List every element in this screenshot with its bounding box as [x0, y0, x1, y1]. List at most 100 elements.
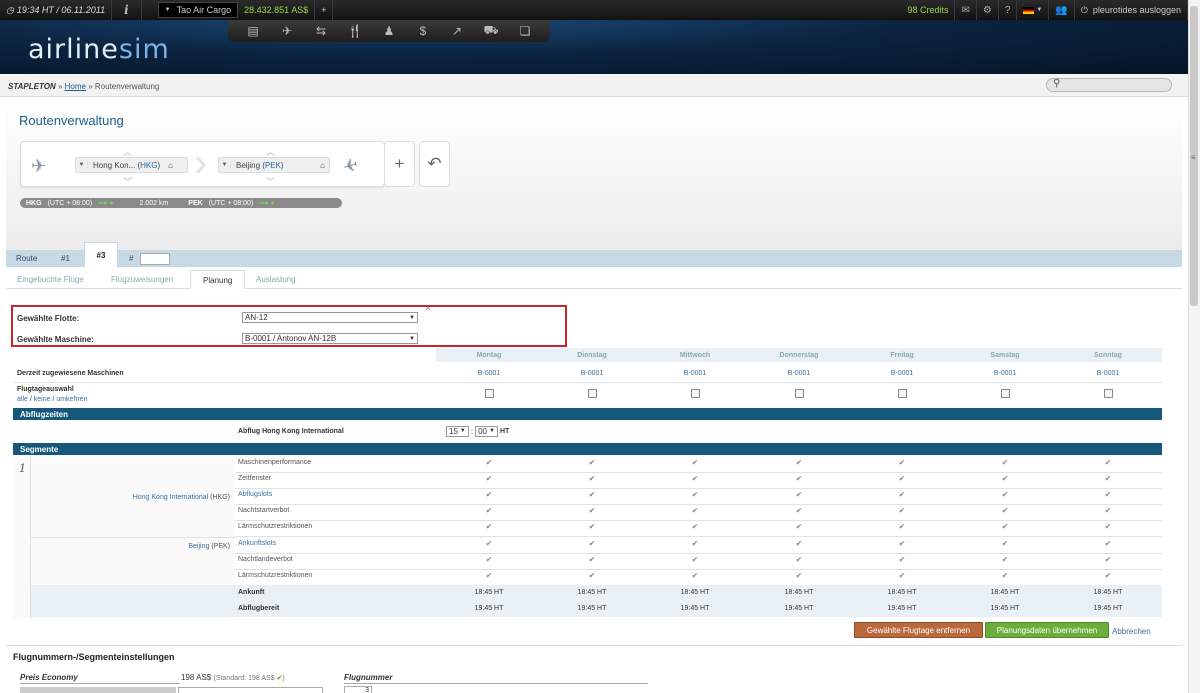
select-all-link[interactable]: alle	[17, 396, 28, 403]
mail-icon[interactable]: ✉	[955, 0, 977, 20]
hour-select[interactable]: 15 ▼	[446, 425, 469, 437]
flight-number-input[interactable]: 3	[344, 686, 372, 693]
check-icon: ✔	[485, 506, 493, 515]
cargo-icon[interactable]: ⛟	[474, 20, 508, 42]
apply-planning-button[interactable]: Planungsdaten übernehmen	[985, 622, 1109, 638]
segments-header: Segmente	[13, 443, 1162, 455]
cancel-link[interactable]: Abbrechen	[1112, 627, 1151, 636]
settings-gear-icon[interactable]: ⚙	[977, 0, 999, 20]
airline-selector[interactable]: ▼ Tao Air Cargo	[157, 2, 239, 18]
subtab-booked-flights[interactable]: Eingebuchte Flüge	[17, 275, 84, 284]
arrival-time: 18:45 HT	[887, 589, 917, 596]
chevron-down-icon: ▼	[76, 162, 88, 168]
search-input[interactable]: ⚲	[1046, 78, 1172, 92]
collapse-caret-icon[interactable]: ^	[426, 305, 430, 315]
assigned-machine-link[interactable]: B-0001	[449, 370, 529, 377]
tab-flight-3[interactable]: #3	[84, 242, 118, 268]
credits[interactable]: 98 Credits	[901, 0, 956, 20]
fleet-icon[interactable]: ▤	[236, 20, 270, 42]
flight-number-settings-title: Flugnummern-/Segmenteinstellungen	[13, 652, 175, 662]
segment-destination-airport[interactable]: Beijing (PEK)	[40, 543, 230, 550]
remove-selected-days-button[interactable]: Gewählte Flugtage entfernen	[854, 622, 983, 638]
fleet-select[interactable]: AN-12 ▼	[242, 312, 418, 323]
segment-origin-airport[interactable]: Hong Kong International (HKG)	[40, 494, 230, 501]
route-icon[interactable]: ⇆	[304, 20, 338, 42]
invert-selection-link[interactable]: umkehren	[56, 396, 87, 403]
assigned-machine-link[interactable]: B-0001	[965, 370, 1045, 377]
day-checkbox-1[interactable]	[485, 389, 494, 398]
airlinesim-logo[interactable]: airlinesim	[28, 34, 170, 65]
breadcrumb-home-link[interactable]: Home	[65, 82, 86, 91]
check-icon: ✔	[795, 474, 803, 483]
criterion-label: Nachtstartverbot	[238, 507, 290, 514]
check-icon: ✔	[898, 458, 906, 467]
undo-button[interactable]: ↶	[419, 141, 450, 187]
day-checkbox-5[interactable]	[898, 389, 907, 398]
minute-select[interactable]: 00 ▼	[475, 425, 498, 437]
check-icon: ✔	[898, 555, 906, 564]
home-icon: ⌂	[320, 160, 325, 170]
status-lights-icon: ▪▪● ●	[98, 199, 114, 207]
language-flag-icon[interactable]: ▼	[1017, 0, 1050, 20]
origin-next-chevron-icon[interactable]: ﹀	[123, 175, 132, 188]
arrow-separator-icon: ›	[194, 141, 208, 185]
new-tab-input[interactable]	[140, 253, 170, 265]
select-none-link[interactable]: keine	[34, 396, 51, 403]
check-icon: ✔	[485, 458, 493, 467]
destination-airport-select[interactable]: ▼ Beijing (PEK) ⌂	[218, 157, 330, 173]
logout-button[interactable]: ⏻ pleurotides ausloggen	[1075, 0, 1188, 20]
day-header-3: Mittwoch	[679, 352, 711, 359]
assigned-machine-link[interactable]: B-0001	[552, 370, 632, 377]
finance-icon[interactable]: $	[406, 20, 440, 42]
day-header-6: Samstag	[990, 352, 1020, 359]
plane-icon[interactable]: ✈	[270, 20, 304, 42]
price-economy-value: 198 AS$ (Standard: 198 AS$ ✔)	[181, 673, 285, 682]
chevron-down-icon: ▼	[164, 7, 171, 13]
assigned-machine-link[interactable]: B-0001	[759, 370, 839, 377]
check-icon: ✔	[485, 474, 493, 483]
assigned-machine-link[interactable]: B-0001	[1068, 370, 1148, 377]
check-icon: ✔	[1001, 522, 1009, 531]
assigned-machine-link[interactable]: B-0001	[655, 370, 735, 377]
subtab-planning[interactable]: Planung	[190, 270, 246, 289]
add-segment-button[interactable]: +	[384, 141, 415, 187]
criterion-label[interactable]: Ankunftslots	[238, 540, 276, 547]
price-input[interactable]	[178, 687, 323, 693]
check-icon: ✔	[691, 458, 699, 467]
check-icon: ✔	[691, 474, 699, 483]
service-icon[interactable]: 🍴	[338, 20, 372, 42]
subtab-flight-assignments[interactable]: Flugzuweisungen	[111, 275, 173, 284]
dest-airport-name: Beijing	[236, 160, 261, 170]
check-icon: ✔	[1104, 506, 1112, 515]
tab-route[interactable]: Route	[16, 250, 37, 267]
arrival-time: 18:45 HT	[784, 589, 814, 596]
glass-icon[interactable]: ❏	[508, 20, 542, 42]
search-icon: ⚲	[1053, 78, 1061, 89]
subtab-utilization[interactable]: Auslastung	[256, 275, 296, 284]
origin-airport-name: Hong Kon...	[93, 160, 136, 170]
day-checkbox-3[interactable]	[691, 389, 700, 398]
tab-flight-1[interactable]: #1	[61, 250, 70, 267]
statistics-icon[interactable]: ↗	[440, 20, 474, 42]
criterion-label[interactable]: Abflugslots	[238, 491, 272, 498]
price-economy-label: Preis Economy	[20, 673, 78, 682]
users-icon[interactable]: 👥	[1049, 0, 1075, 20]
day-checkbox-2[interactable]	[588, 389, 597, 398]
origin-airport-select[interactable]: ▼ Hong Kon... (HKG) ⌂	[75, 157, 188, 173]
day-checkbox-7[interactable]	[1104, 389, 1113, 398]
day-checkbox-4[interactable]	[795, 389, 804, 398]
check-icon: ✔	[795, 522, 803, 531]
day-checkbox-6[interactable]	[1001, 389, 1010, 398]
dest-next-chevron-icon[interactable]: ﹀	[266, 175, 275, 188]
home-icon: ⌂	[168, 160, 173, 170]
info-icon[interactable]: i	[112, 0, 142, 20]
check-icon: ✔	[588, 539, 596, 548]
staff-icon[interactable]: ♟	[372, 20, 406, 42]
check-icon: ✔	[898, 506, 906, 515]
segment-number: 1	[19, 462, 26, 475]
price-slider[interactable]	[20, 687, 176, 693]
help-icon[interactable]: ?	[999, 0, 1018, 20]
assigned-machine-link[interactable]: B-0001	[862, 370, 942, 377]
machine-select[interactable]: B-0001 / Antonov AN-12B ▼	[242, 333, 418, 344]
add-funds-button[interactable]: +	[315, 0, 334, 20]
